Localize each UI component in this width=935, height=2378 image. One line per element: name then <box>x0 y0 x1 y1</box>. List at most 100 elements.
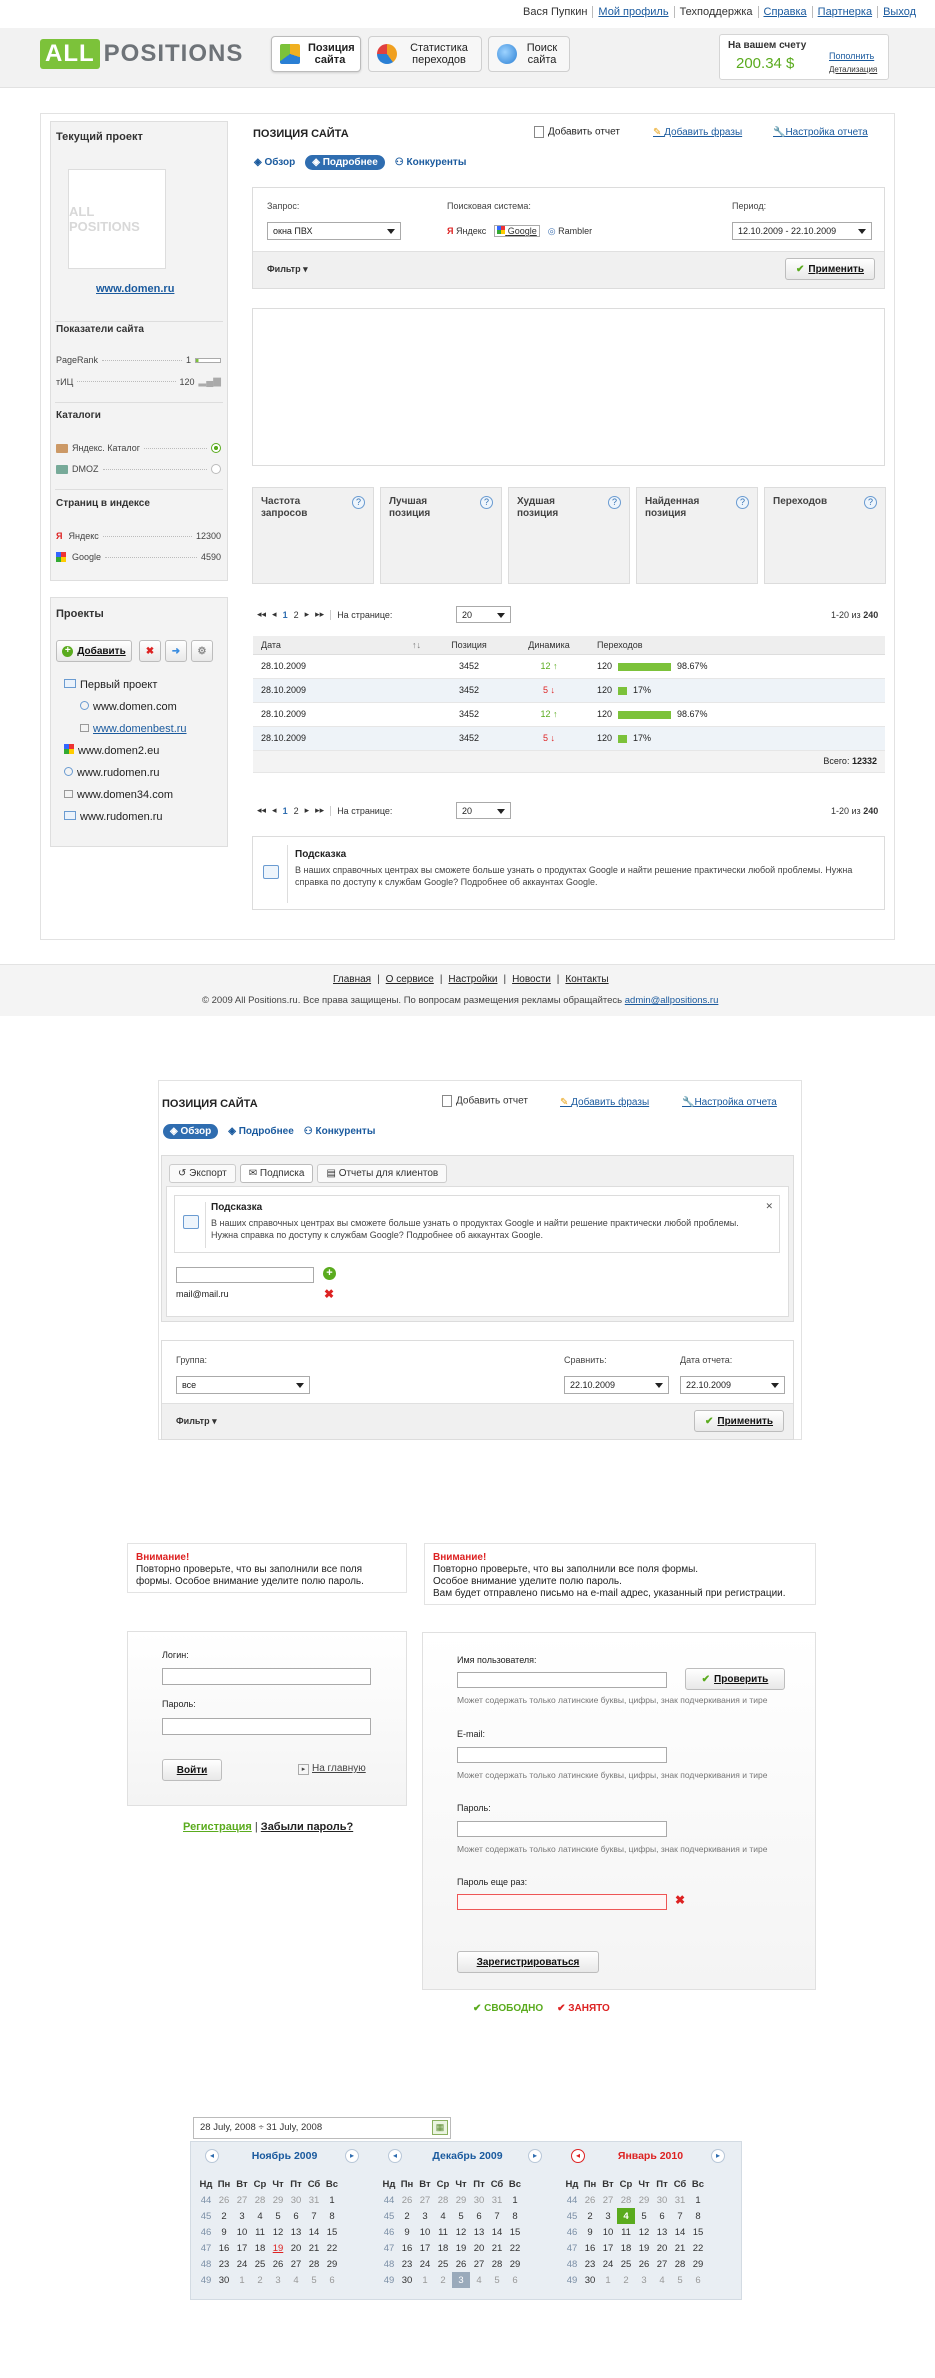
calendar-day[interactable]: 16 <box>398 2240 416 2256</box>
panel2-add-report[interactable]: Добавить отчет <box>442 1095 528 1107</box>
register-link[interactable]: Регистрация <box>183 1821 252 1833</box>
calendar-day[interactable]: 1 <box>506 2192 524 2208</box>
sort-icon[interactable]: ↑↓ <box>412 640 421 650</box>
next-month-icon[interactable]: ▸ <box>345 2149 359 2163</box>
calendar-day[interactable]: 27 <box>599 2192 617 2208</box>
calendar-day[interactable]: 14 <box>305 2224 323 2240</box>
next-page-icon[interactable]: ▸ <box>305 609 310 620</box>
calendar-day[interactable]: 16 <box>215 2240 233 2256</box>
home-link[interactable]: ▸ На главную <box>298 1763 366 1775</box>
nav-traffic-stats[interactable]: Статистика переходов <box>368 36 482 72</box>
calendar-day[interactable]: 19 <box>269 2240 287 2256</box>
calendar-day[interactable]: 30 <box>581 2272 599 2288</box>
nav-site-position[interactable]: Позиция сайта <box>271 36 361 72</box>
calendar-day[interactable]: 8 <box>506 2208 524 2224</box>
login-password-input[interactable] <box>162 1718 371 1735</box>
calendar-day[interactable]: 5 <box>452 2208 470 2224</box>
partner-link[interactable]: Партнерка <box>811 6 878 18</box>
login-input[interactable] <box>162 1668 371 1685</box>
logo[interactable]: ALL POSITIONS <box>40 37 243 71</box>
calendar-day[interactable]: 13 <box>287 2224 305 2240</box>
calendar-day[interactable]: 29 <box>635 2192 653 2208</box>
calendar-day[interactable]: 31 <box>671 2192 689 2208</box>
prev-month-icon[interactable]: ◂ <box>571 2149 585 2163</box>
calendar-day[interactable]: 30 <box>287 2192 305 2208</box>
per-page-select[interactable]: 20 <box>456 606 511 623</box>
register-submit-button[interactable]: Зарегистрироваться <box>457 1951 599 1973</box>
panel2-report-settings[interactable]: 🔧Настройка отчета <box>682 1097 777 1108</box>
calendar-day[interactable]: 1 <box>689 2192 707 2208</box>
calendar-day[interactable]: 7 <box>488 2208 506 2224</box>
calendar-day[interactable]: 29 <box>452 2192 470 2208</box>
calendar-day[interactable]: 28 <box>488 2256 506 2272</box>
calendar-day[interactable]: 30 <box>398 2272 416 2288</box>
calendar-day[interactable]: 9 <box>215 2224 233 2240</box>
tab-competitors[interactable]: ⚇ Конкуренты <box>395 157 467 168</box>
calendar-day[interactable]: 6 <box>506 2272 524 2288</box>
subtab-export[interactable]: ↺ Экспорт <box>169 1164 236 1183</box>
calendar-day[interactable]: 11 <box>434 2224 452 2240</box>
tree-item[interactable]: www.domen.com <box>56 696 187 718</box>
col-clicks[interactable]: Переходов <box>589 636 885 655</box>
calendar-day[interactable]: 25 <box>434 2256 452 2272</box>
calendar-day[interactable]: 22 <box>506 2240 524 2256</box>
calendar-day[interactable]: 26 <box>215 2192 233 2208</box>
calendar-day[interactable]: 22 <box>323 2240 341 2256</box>
calendar-day[interactable]: 22 <box>689 2240 707 2256</box>
move-project-button[interactable]: ➜ <box>165 640 187 662</box>
calendar-day[interactable]: 12 <box>635 2224 653 2240</box>
nav-site-search[interactable]: Поиск сайта <box>488 36 570 72</box>
engine-yandex[interactable]: Я Яндекс <box>447 226 486 236</box>
calendar-day[interactable]: 4 <box>434 2208 452 2224</box>
engine-rambler[interactable]: ◎ Rambler <box>548 226 592 237</box>
calendar-day[interactable]: 18 <box>251 2240 269 2256</box>
footer-link-about[interactable]: О сервисе <box>386 974 434 985</box>
calendar-day[interactable]: 3 <box>452 2272 470 2288</box>
calendar-day[interactable]: 13 <box>653 2224 671 2240</box>
first-page-icon[interactable]: ◂◂ <box>257 805 266 816</box>
calendar-day[interactable]: 10 <box>416 2224 434 2240</box>
engine-google[interactable]: Google <box>494 225 540 237</box>
new-email-input[interactable] <box>176 1267 314 1283</box>
footer-email[interactable]: admin@allpositions.ru <box>625 995 719 1006</box>
check-username-button[interactable]: ✔ Проверить <box>685 1668 785 1690</box>
calendar-day[interactable]: 4 <box>470 2272 488 2288</box>
last-page-icon[interactable]: ▸▸ <box>315 609 324 620</box>
calendar-day[interactable]: 28 <box>617 2192 635 2208</box>
tree-item[interactable]: www.domen34.com <box>56 784 187 806</box>
compare-select[interactable]: 22.10.2009 <box>564 1376 669 1394</box>
calendar-day[interactable]: 15 <box>323 2224 341 2240</box>
report-date-select[interactable]: 22.10.2009 <box>680 1376 785 1394</box>
date-range-input[interactable]: 28 July, 2008 ÷ 31 July, 2008 ▦ <box>193 2117 451 2139</box>
calendar-day[interactable]: 5 <box>635 2208 653 2224</box>
password-input[interactable] <box>457 1821 667 1837</box>
prev-page-icon[interactable]: ◂ <box>272 609 277 620</box>
calendar-day[interactable]: 29 <box>323 2256 341 2272</box>
per-page-select[interactable]: 20 <box>456 802 511 819</box>
tree-item[interactable]: www.rudomen.ru <box>56 762 187 784</box>
support-link[interactable]: Техподдержка <box>673 6 758 18</box>
page-2[interactable]: 2 <box>294 806 299 816</box>
calendar-day[interactable]: 5 <box>269 2208 287 2224</box>
next-page-icon[interactable]: ▸ <box>305 805 310 816</box>
calendar-day[interactable]: 11 <box>617 2224 635 2240</box>
calendar-day[interactable]: 2 <box>215 2208 233 2224</box>
tree-item[interactable]: www.domenbest.ru <box>56 718 187 740</box>
close-icon[interactable]: ✕ <box>765 1201 773 1212</box>
password2-input[interactable] <box>457 1894 667 1910</box>
remove-email-icon[interactable]: ✖ <box>324 1287 334 1301</box>
calendar-day[interactable]: 8 <box>323 2208 341 2224</box>
calendar-day[interactable]: 24 <box>416 2256 434 2272</box>
calendar-day[interactable]: 30 <box>215 2272 233 2288</box>
calendar-day[interactable]: 17 <box>416 2240 434 2256</box>
calendar-day[interactable]: 26 <box>269 2256 287 2272</box>
calendar-day[interactable]: 31 <box>488 2192 506 2208</box>
tab-competitors[interactable]: ⚇ Конкуренты <box>304 1126 376 1137</box>
col-dynamics[interactable]: Динамика <box>509 636 589 655</box>
help-icon[interactable]: ? <box>736 496 749 509</box>
calendar-day[interactable]: 2 <box>581 2208 599 2224</box>
calendar-day[interactable]: 12 <box>452 2224 470 2240</box>
forgot-password-link[interactable]: Забыли пароль? <box>261 1821 353 1833</box>
panel2-filter-toggle[interactable]: Фильтр ▾ <box>176 1416 217 1427</box>
calendar-day[interactable]: 6 <box>323 2272 341 2288</box>
